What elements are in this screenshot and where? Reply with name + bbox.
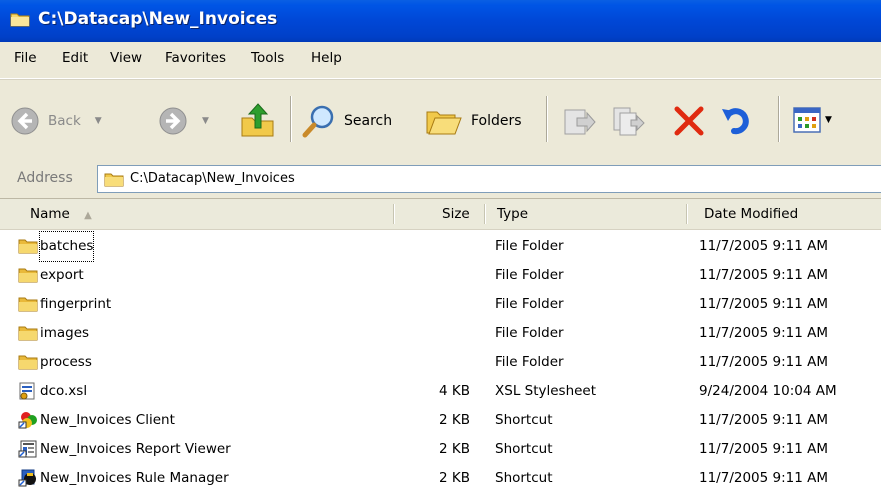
- file-date: 11/7/2005 9:11 AM: [699, 470, 829, 486]
- file-date: 11/7/2005 9:11 AM: [699, 441, 829, 457]
- folder-icon: [10, 13, 30, 27]
- search-button[interactable]: Search: [302, 104, 392, 138]
- file-name: process: [40, 354, 92, 370]
- chevron-down-icon[interactable]: ▼: [825, 115, 832, 125]
- undo-icon: [722, 108, 749, 135]
- up-folder-button[interactable]: [238, 100, 278, 140]
- move-to-button[interactable]: [561, 104, 599, 138]
- list-item[interactable]: batches File Folder 11/7/2005 9:11 AM: [0, 231, 881, 262]
- file-name: dco.xsl: [40, 383, 88, 399]
- back-button[interactable]: Back ▼: [10, 106, 102, 136]
- forward-arrow-icon: [159, 107, 187, 135]
- file-date: 11/7/2005 9:11 AM: [699, 267, 829, 283]
- file-name: images: [40, 325, 90, 341]
- folder-icon: [18, 355, 38, 370]
- list-item[interactable]: export File Folder 11/7/2005 9:11 AM: [0, 261, 881, 290]
- list-item[interactable]: New_Invoices Report Viewer 2 KB Shortcut…: [0, 435, 881, 464]
- address-field[interactable]: C:\Datacap\New_Invoices: [97, 165, 881, 193]
- file-date: 11/7/2005 9:11 AM: [699, 238, 829, 254]
- folder-icon: [18, 268, 38, 283]
- folder-icon: [104, 173, 124, 187]
- column-header-date-modified[interactable]: Date Modified: [704, 199, 798, 229]
- file-type: Shortcut: [495, 470, 553, 486]
- column-header-name[interactable]: Name ▲: [30, 199, 92, 229]
- copy-to-button[interactable]: [611, 104, 649, 138]
- file-size: 2 KB: [439, 412, 470, 428]
- list-item[interactable]: New_Invoices Client 2 KB Shortcut 11/7/2…: [0, 406, 881, 435]
- menu-view[interactable]: View: [110, 50, 142, 66]
- rule-manager-shortcut-icon: [18, 469, 36, 487]
- up-folder-icon: [241, 103, 274, 137]
- file-type: File Folder: [495, 325, 564, 341]
- report-viewer-shortcut-icon: [18, 440, 37, 458]
- title-bar[interactable]: C:\Datacap\New_Invoices: [0, 0, 881, 42]
- menu-bar: File Edit View Favorites Tools Help: [0, 42, 881, 79]
- file-type: File Folder: [495, 296, 564, 312]
- folder-icon: [18, 239, 38, 254]
- address-bar: Address C:\Datacap\New_Invoices: [0, 160, 881, 199]
- delete-button[interactable]: [672, 105, 706, 137]
- file-date: 11/7/2005 9:11 AM: [699, 354, 829, 370]
- back-label: Back: [48, 113, 81, 129]
- delete-icon: [674, 106, 704, 136]
- back-arrow-icon: [11, 107, 39, 135]
- column-header-type[interactable]: Type: [497, 199, 528, 229]
- file-type: Shortcut: [495, 412, 553, 428]
- file-type: Shortcut: [495, 441, 553, 457]
- search-label: Search: [344, 113, 393, 129]
- folder-icon: [18, 326, 38, 341]
- list-item[interactable]: New_Invoices Rule Manager 2 KB Shortcut …: [0, 464, 881, 493]
- copy-to-icon: [613, 107, 645, 136]
- views-button[interactable]: ▼: [793, 106, 832, 134]
- file-size: 2 KB: [439, 470, 470, 486]
- xsl-file-icon: [19, 382, 35, 400]
- menu-edit[interactable]: Edit: [62, 50, 88, 66]
- file-name: New_Invoices Client: [40, 412, 175, 428]
- menu-favorites[interactable]: Favorites: [165, 50, 226, 66]
- file-type: File Folder: [495, 267, 564, 283]
- file-name: New_Invoices Report Viewer: [40, 441, 231, 457]
- folders-icon: [426, 111, 462, 135]
- file-name: New_Invoices Rule Manager: [40, 470, 229, 486]
- file-date: 11/7/2005 9:11 AM: [699, 412, 829, 428]
- column-header-bar: Name ▲ Size Type Date Modified: [0, 199, 881, 230]
- file-date: 11/7/2005 9:11 AM: [699, 325, 829, 341]
- file-name: fingerprint: [40, 296, 112, 312]
- column-header-size[interactable]: Size: [442, 199, 470, 229]
- address-label: Address: [17, 170, 73, 186]
- file-date: 11/7/2005 9:11 AM: [699, 296, 829, 312]
- list-item[interactable]: dco.xsl 4 KB XSL Stylesheet 9/24/2004 10…: [0, 377, 881, 406]
- list-item[interactable]: images File Folder 11/7/2005 9:11 AM: [0, 319, 881, 348]
- menu-tools[interactable]: Tools: [251, 50, 284, 66]
- client-shortcut-icon: [18, 412, 37, 429]
- menu-help[interactable]: Help: [311, 50, 342, 66]
- undo-button[interactable]: [720, 105, 756, 137]
- folder-icon: [18, 297, 38, 312]
- window-title: C:\Datacap\New_Invoices: [38, 9, 278, 29]
- sort-ascending-icon: ▲: [84, 210, 92, 221]
- list-item[interactable]: process File Folder 11/7/2005 9:11 AM: [0, 348, 881, 377]
- file-date: 9/24/2004 10:04 AM: [699, 383, 837, 399]
- address-value: C:\Datacap\New_Invoices: [130, 171, 295, 186]
- file-name: batches: [38, 231, 95, 262]
- list-item[interactable]: fingerprint File Folder 11/7/2005 9:11 A…: [0, 290, 881, 319]
- folders-label: Folders: [471, 113, 522, 129]
- file-type: File Folder: [495, 354, 564, 370]
- file-type: File Folder: [495, 238, 564, 254]
- file-size: 2 KB: [439, 441, 470, 457]
- move-to-icon: [564, 109, 596, 135]
- file-name: export: [40, 267, 84, 283]
- column-header-name-label: Name: [30, 206, 70, 222]
- forward-button[interactable]: ▼: [158, 106, 209, 136]
- file-type: XSL Stylesheet: [495, 383, 597, 399]
- standard-toolbar: Back ▼ ▼ Search Folders ▼: [0, 79, 881, 161]
- chevron-down-icon[interactable]: ▼: [95, 116, 102, 126]
- chevron-down-icon[interactable]: ▼: [202, 116, 209, 126]
- views-icon: [793, 107, 821, 133]
- file-size: 4 KB: [439, 383, 470, 399]
- folders-button[interactable]: Folders: [425, 104, 522, 138]
- menu-file[interactable]: File: [14, 50, 37, 66]
- search-icon: [302, 105, 334, 138]
